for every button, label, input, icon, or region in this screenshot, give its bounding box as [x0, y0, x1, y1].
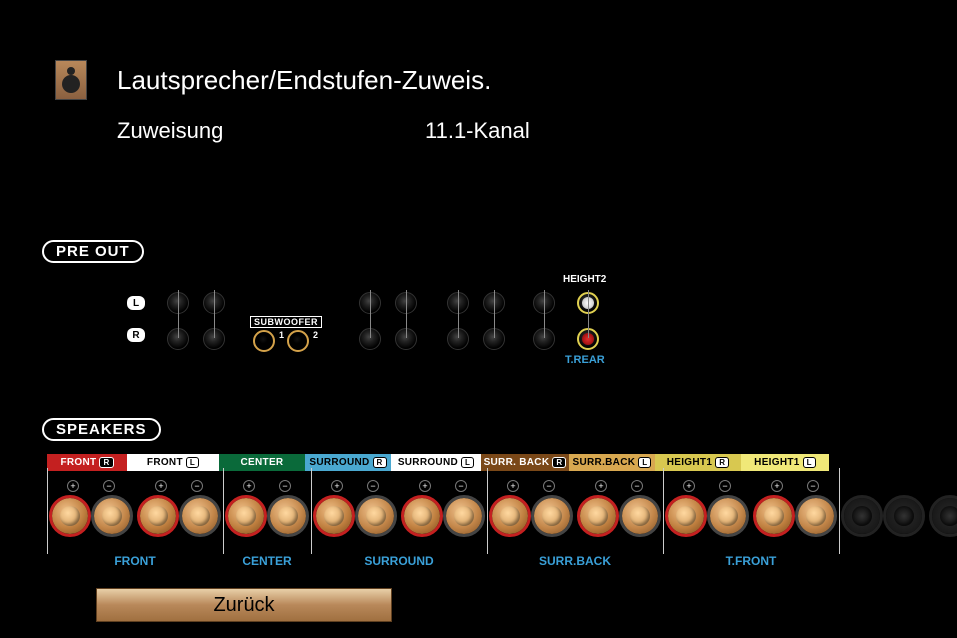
binding-post-plus	[140, 498, 176, 534]
speakers-section-label: SPEAKERS	[42, 418, 161, 441]
binding-post-minus	[358, 498, 394, 534]
speaker-tab: HEIGHT1L	[741, 454, 829, 471]
binding-post-plus	[52, 498, 88, 534]
speaker-terminal-pair: +−	[487, 478, 575, 534]
speaker-terminal-pair: +−	[47, 478, 135, 534]
speaker-terminal-pair: +−	[399, 478, 487, 534]
speaker-assign-label: SURROUND	[311, 554, 487, 568]
speaker-terminal-pair: +−	[135, 478, 223, 534]
sub-1-label: 1	[279, 330, 284, 340]
speaker-assign-label: SURR.BACK	[487, 554, 663, 568]
binding-post-minus	[270, 498, 306, 534]
binding-post-minus	[710, 498, 746, 534]
speaker-icon	[55, 60, 87, 100]
binding-post-plus	[492, 498, 528, 534]
page-title: Lautsprecher/Endstufen-Zuweis.	[117, 65, 491, 96]
rca-jack-subwoofer-2	[287, 330, 309, 352]
assignment-label: Zuweisung	[117, 118, 425, 144]
preout-r-label: R	[127, 328, 145, 342]
binding-post-plus	[228, 498, 264, 534]
back-button[interactable]: Zurück	[96, 588, 392, 622]
binding-post-plus	[580, 498, 616, 534]
binding-post-minus	[798, 498, 834, 534]
binding-post-minus	[446, 498, 482, 534]
speaker-tab: CENTER	[219, 454, 305, 471]
speaker-terminal-pair: +−	[223, 478, 311, 534]
binding-post-plus	[756, 498, 792, 534]
speaker-tab: SURROUNDR	[305, 454, 391, 471]
subwoofer-label: SUBWOOFER	[250, 316, 322, 328]
binding-post-minus	[534, 498, 570, 534]
assignment-value[interactable]: 11.1-Kanal	[425, 118, 530, 144]
binding-post-minus	[622, 498, 658, 534]
binding-post-plus	[668, 498, 704, 534]
rca-jack-subwoofer-1	[253, 330, 275, 352]
speaker-terminal-pair-disabled	[927, 478, 957, 534]
binding-post-plus	[316, 498, 352, 534]
speaker-assign-label: T.FRONT	[663, 554, 839, 568]
speaker-terminal-pair: +−	[751, 478, 839, 534]
speaker-terminal-pair: +−	[311, 478, 399, 534]
binding-post-minus	[94, 498, 130, 534]
speaker-tab: SURR.BACKL	[569, 454, 655, 471]
speaker-tab: SURROUNDL	[391, 454, 481, 471]
speaker-tab: SURR. BACKR	[481, 454, 569, 471]
speaker-assign-label: CENTER	[223, 554, 311, 568]
speaker-tab: FRONTR	[47, 454, 127, 471]
trear-label: T.REAR	[565, 354, 605, 366]
speaker-terminal-pair-disabled	[839, 478, 927, 534]
speaker-terminal-pair: +−	[575, 478, 663, 534]
sub-2-label: 2	[313, 330, 318, 340]
binding-post-plus	[404, 498, 440, 534]
preout-l-label: L	[127, 296, 145, 310]
binding-post-minus	[182, 498, 218, 534]
speaker-assign-label: FRONT	[47, 554, 223, 568]
speaker-tab: HEIGHT1R	[655, 454, 741, 471]
speaker-tab: FRONTL	[127, 454, 219, 471]
height2-label: HEIGHT2	[563, 274, 606, 285]
preout-section-label: PRE OUT	[42, 240, 144, 263]
speaker-terminal-pair: +−	[663, 478, 751, 534]
